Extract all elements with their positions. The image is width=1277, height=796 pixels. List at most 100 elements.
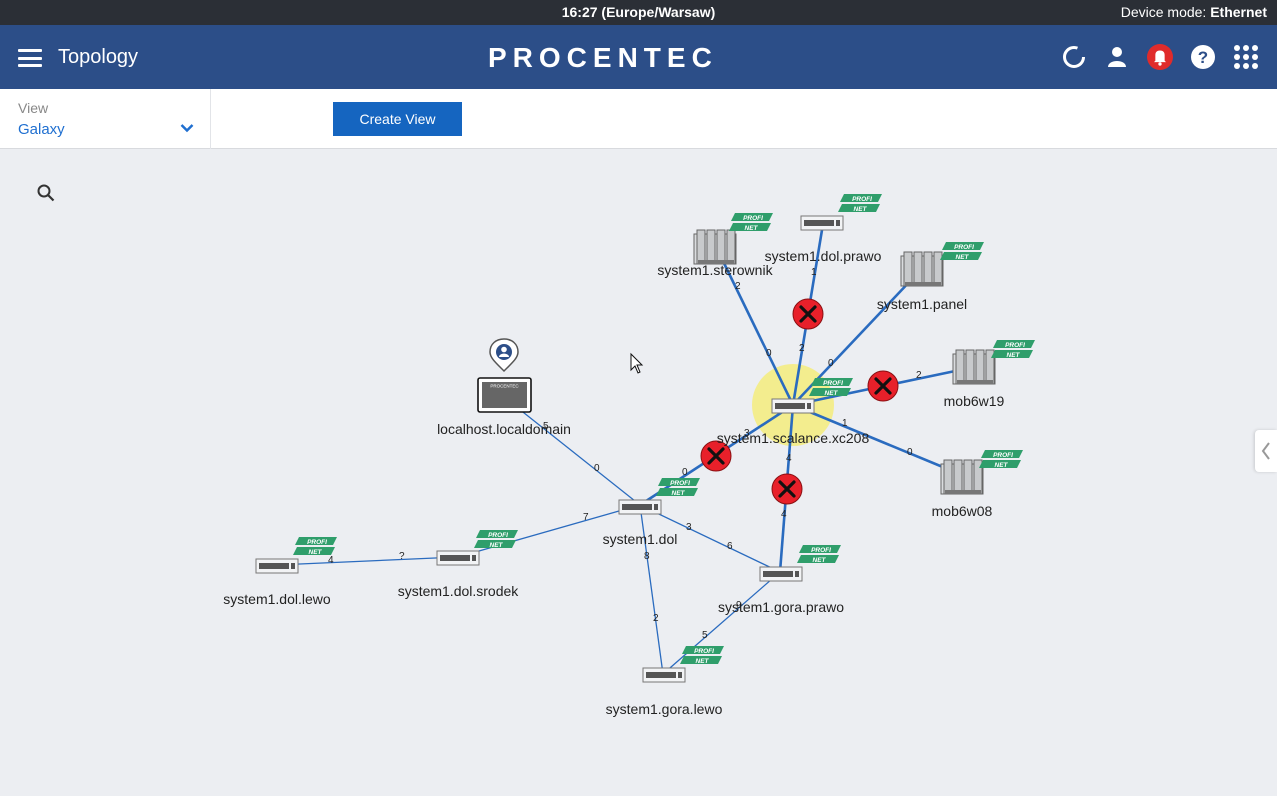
profinet-badge-icon xyxy=(979,450,1023,469)
node-gora-lewo[interactable] xyxy=(642,646,724,683)
error-marker-icon[interactable] xyxy=(699,439,733,473)
port-label: 5 xyxy=(543,421,549,432)
node-label: mob6w08 xyxy=(932,503,993,519)
port-label: 2 xyxy=(735,281,741,292)
view-label: View xyxy=(18,100,49,116)
node-label: system1.dol xyxy=(603,531,678,547)
switch-icon xyxy=(255,558,299,574)
port-label: 0 xyxy=(682,467,688,478)
port-label: 4 xyxy=(786,453,792,464)
location-pin-icon xyxy=(489,338,519,373)
device-brand-label: PROCENTEC xyxy=(490,384,519,389)
port-label: 1 xyxy=(811,267,817,278)
node-localhost[interactable]: PROCENTEC xyxy=(477,338,532,413)
profinet-badge-icon xyxy=(474,530,518,549)
node-label: localhost.localdomain xyxy=(437,421,571,437)
apps-grid-icon[interactable] xyxy=(1233,44,1259,70)
node-label: mob6w19 xyxy=(944,393,1005,409)
node-mob6w19[interactable] xyxy=(952,340,1035,385)
node-dol-prawo[interactable] xyxy=(800,194,882,231)
node-label: system1.dol.lewo xyxy=(223,591,331,607)
switch-icon xyxy=(618,499,662,515)
link-scalance-dol[interactable] xyxy=(639,403,794,507)
node-sterownik[interactable] xyxy=(693,213,773,265)
profinet-badge-icon xyxy=(809,378,853,397)
link-scalance-panel[interactable] xyxy=(792,277,914,406)
node-mob6w08[interactable] xyxy=(940,450,1023,495)
port-label: 5 xyxy=(702,630,708,641)
chevron-left-icon xyxy=(1261,442,1270,460)
port-label: 2 xyxy=(916,370,922,381)
selected-node-highlight xyxy=(752,364,834,446)
node-dol-lewo[interactable] xyxy=(255,537,337,574)
node-gora-prawo[interactable] xyxy=(759,545,841,582)
port-label: 7 xyxy=(583,512,589,523)
port-label: 3 xyxy=(744,428,750,439)
node-label: system1.dol.prawo xyxy=(765,248,882,264)
toolbar: View Galaxy Create View xyxy=(0,89,1277,149)
port-label: 0 xyxy=(594,463,600,474)
profinet-badge-icon xyxy=(991,340,1035,359)
refresh-icon[interactable] xyxy=(1061,44,1087,70)
switch-icon xyxy=(642,667,686,683)
device-mode-label: Device mode: xyxy=(1120,4,1207,20)
port-label: 4 xyxy=(781,509,787,520)
plc-icon xyxy=(940,459,984,495)
node-panel[interactable] xyxy=(900,242,984,287)
clock: 16:27 (Europe/Warsaw) xyxy=(561,4,716,20)
node-label: system1.panel xyxy=(877,296,967,312)
link-dol-goralewo[interactable] xyxy=(639,504,664,675)
plc-icon xyxy=(952,349,996,385)
node-label: system1.gora.lewo xyxy=(606,701,723,717)
node-label: system1.dol.srodek xyxy=(398,583,520,599)
link-dol-goraprawo[interactable] xyxy=(639,504,781,573)
port-label: ? xyxy=(399,551,405,562)
port-labels: 2 1 2 0 0 2 1 0 3 4 4 0 5 0 7 3 6 8 2 5 … xyxy=(328,267,922,641)
link-dol-localhost[interactable] xyxy=(503,396,641,506)
help-icon[interactable]: ? xyxy=(1190,44,1216,70)
device-mode-value: Ethernet xyxy=(1210,4,1267,20)
error-marker-icon[interactable] xyxy=(791,297,825,331)
switch-icon xyxy=(771,398,815,414)
port-label: 8 xyxy=(644,551,650,562)
user-icon[interactable] xyxy=(1104,44,1130,70)
link-scalance-mob6w19[interactable] xyxy=(792,368,961,407)
switch-icon xyxy=(436,550,480,566)
link-scalance-dolprawo[interactable] xyxy=(791,229,824,406)
mouse-cursor-icon xyxy=(630,352,644,374)
node-label: system1.sterownik xyxy=(657,262,773,278)
link-scalance-sterownik[interactable] xyxy=(718,254,795,406)
profinet-badge-icon xyxy=(293,537,337,556)
app-bar: Topology PROCENTEC ? xyxy=(0,25,1277,89)
profinet-badge-icon xyxy=(680,646,724,665)
node-label: system1.scalance.xc208 xyxy=(717,430,870,446)
menu-icon[interactable] xyxy=(18,49,42,67)
link-goraprawo-goralewo[interactable] xyxy=(662,571,781,675)
port-label: 0 xyxy=(828,358,834,369)
view-dropdown[interactable]: View Galaxy xyxy=(0,89,211,149)
port-label: 1 xyxy=(842,418,848,429)
port-label: 2 xyxy=(653,613,659,624)
notification-bell-icon[interactable] xyxy=(1147,44,1173,70)
error-marker-icon[interactable] xyxy=(770,472,804,506)
side-panel-toggle[interactable] xyxy=(1255,430,1277,472)
plc-icon xyxy=(900,251,944,287)
create-view-button[interactable]: Create View xyxy=(333,102,462,136)
search-icon[interactable] xyxy=(36,183,56,203)
computer-icon: PROCENTEC xyxy=(477,377,532,413)
link-scalance-goraprawo[interactable] xyxy=(778,404,795,573)
port-label: 4 xyxy=(328,555,334,566)
node-dol[interactable] xyxy=(618,478,700,515)
profinet-badge-icon xyxy=(656,478,700,497)
error-marker-icon[interactable] xyxy=(866,369,900,403)
port-label: 3 xyxy=(686,522,692,533)
view-value: Galaxy xyxy=(18,121,65,138)
port-label: 6 xyxy=(727,541,733,552)
page-title: Topology xyxy=(58,46,139,68)
link-dolsrodek-dollewo[interactable] xyxy=(276,556,459,566)
link-dol-dolsrodek[interactable] xyxy=(457,504,641,558)
node-labels: system1.sterownik system1.dol.prawo syst… xyxy=(223,248,1004,717)
node-dol-srodek[interactable] xyxy=(436,530,518,566)
node-scalance[interactable] xyxy=(771,378,853,414)
link-scalance-mob6w08[interactable] xyxy=(792,403,951,472)
